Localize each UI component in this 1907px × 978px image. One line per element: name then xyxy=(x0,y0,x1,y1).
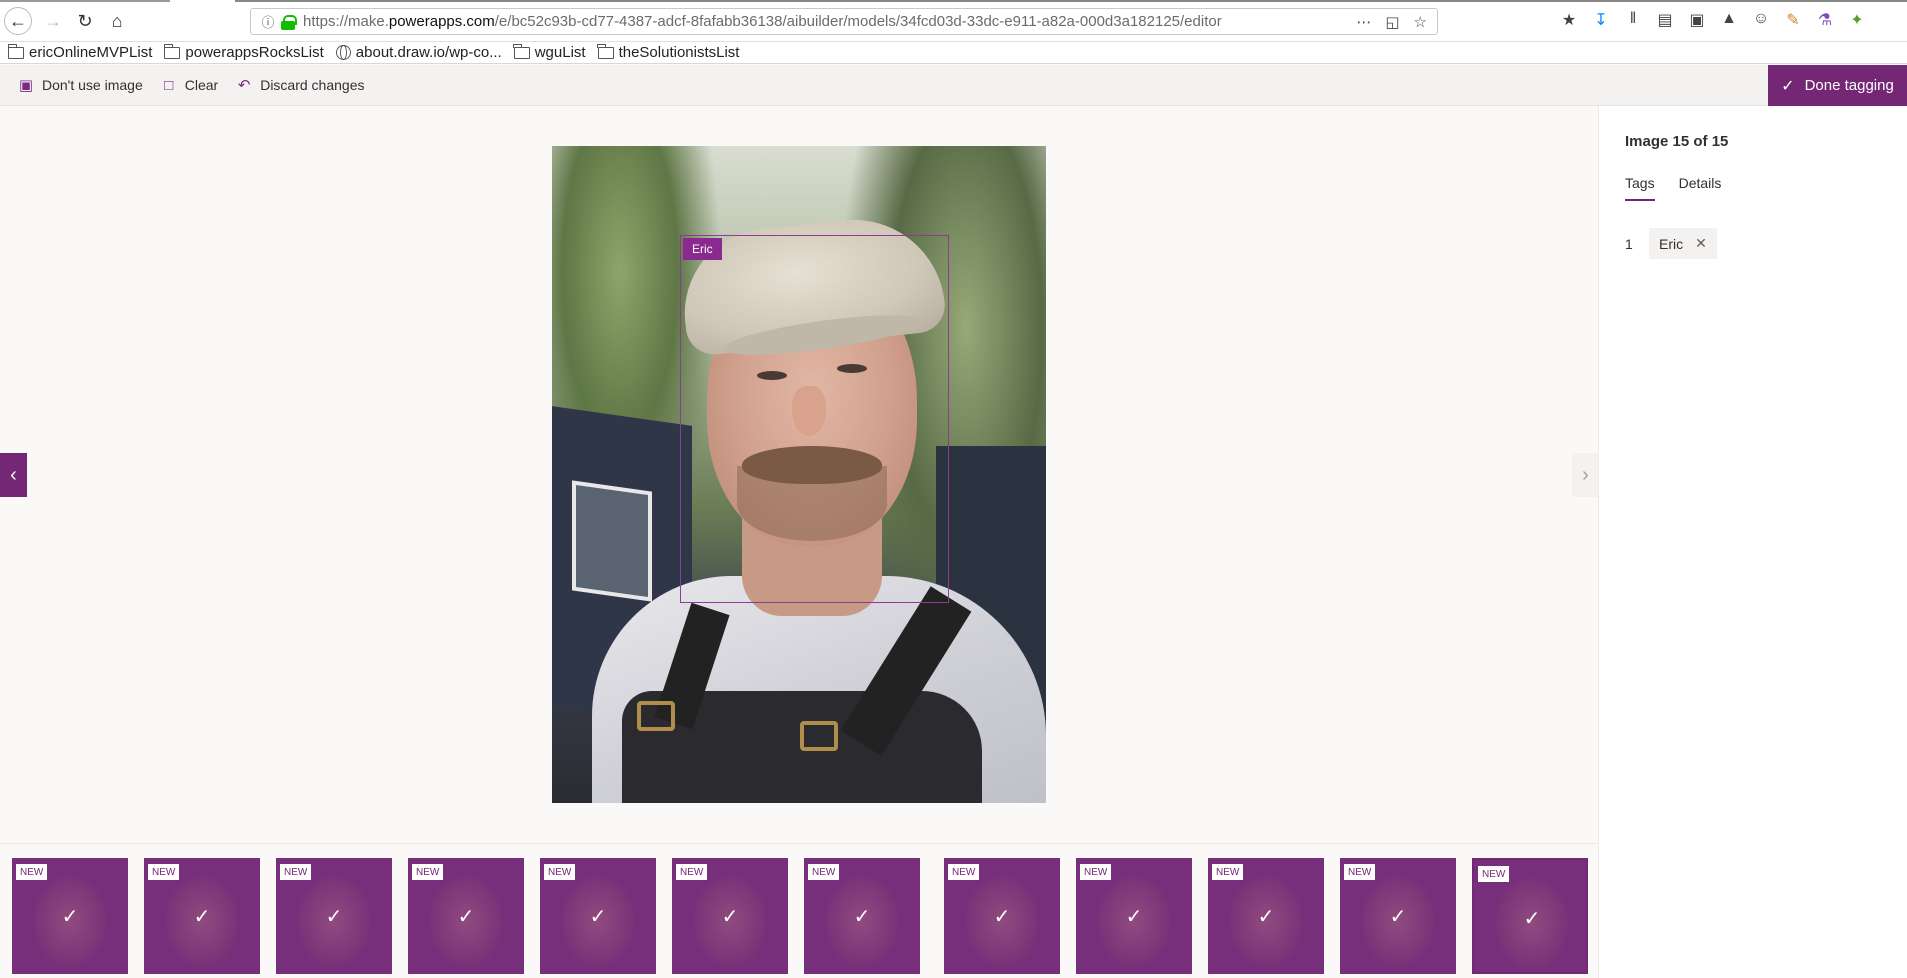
bookmark-item[interactable]: powerappsRocksList xyxy=(163,43,324,61)
bookmark-label: theSolutionistsList xyxy=(618,44,740,61)
load-indicator xyxy=(0,0,170,2)
done-tagging-label: Done tagging xyxy=(1804,77,1894,94)
discard-changes-label: Discard changes xyxy=(260,77,365,93)
download-icon[interactable]: ↧ xyxy=(1592,10,1610,30)
flask-icon[interactable]: ⚗ xyxy=(1816,10,1834,30)
checkmark-icon: ✓ xyxy=(193,905,211,928)
extension-icon[interactable]: ★ xyxy=(1560,10,1578,30)
pocket-icon[interactable]: ◱ xyxy=(1385,13,1399,31)
thumbnail[interactable]: NEW ✓ xyxy=(144,858,260,974)
checkmark-icon: ✓ xyxy=(589,905,607,928)
bookmarks-bar: ericOnlineMVPList powerappsRocksList abo… xyxy=(0,42,1907,64)
checkmark-icon: ✓ xyxy=(1125,905,1143,928)
tag-index: 1 xyxy=(1625,235,1633,252)
thumbnail[interactable]: NEW ✓ xyxy=(12,858,128,974)
checkmark-icon: ✓ xyxy=(993,905,1011,928)
checkmark-icon: ✓ xyxy=(721,905,739,928)
clear-page-icon: □ xyxy=(164,76,174,94)
reload-icon[interactable]: ↻ xyxy=(72,8,98,34)
image-exclude-icon: ▣ xyxy=(18,77,34,94)
screenshot-icon[interactable]: ▣ xyxy=(1688,10,1706,30)
folder-icon xyxy=(597,43,614,59)
address-bar[interactable]: ⓘ https://make. powerapps.com/e/bc52c93b-… xyxy=(250,8,1438,35)
image-count: Image 15 of 15 xyxy=(1625,133,1729,150)
thumbnail[interactable]: NEW ✓ xyxy=(672,858,788,974)
checkmark-icon: ✓ xyxy=(61,905,79,928)
bookmark-item[interactable]: about.draw.io/wp-co... xyxy=(335,44,502,61)
close-icon[interactable]: ✕ xyxy=(1695,235,1707,252)
next-image-button[interactable]: › xyxy=(1572,453,1599,497)
chevron-right-icon: › xyxy=(1582,463,1589,486)
page-actions-icon[interactable]: ⋯ xyxy=(1356,13,1371,31)
bookmark-label: about.draw.io/wp-co... xyxy=(355,44,502,61)
checkmark-icon: ✓ xyxy=(853,905,871,928)
tab-strip-line xyxy=(235,0,1907,2)
thumbnail[interactable]: NEW ✓ xyxy=(276,858,392,974)
lock-icon xyxy=(281,14,297,30)
checkmark-icon: ✓ xyxy=(325,905,343,928)
tab-details[interactable]: Details xyxy=(1679,175,1722,201)
globe-icon xyxy=(335,45,351,60)
thumbnail[interactable]: NEW ✓ xyxy=(804,858,920,974)
url-prefix: https://make. xyxy=(303,13,389,30)
dont-use-image-button[interactable]: ▣ Don't use image xyxy=(18,76,143,94)
back-icon[interactable]: ← xyxy=(4,7,32,35)
addon-icon[interactable]: ✦ xyxy=(1848,10,1866,30)
clear-button[interactable]: □ Clear xyxy=(161,77,218,94)
bookmark-item[interactable]: theSolutionistsList xyxy=(597,43,740,61)
chevron-left-icon: ‹ xyxy=(10,463,17,486)
checkmark-icon: ✓ xyxy=(1781,77,1795,95)
checkmark-icon: ✓ xyxy=(1257,905,1275,928)
bookmark-star-icon[interactable]: ☆ xyxy=(1414,13,1427,31)
browser-extensions: ★ ↧ ‖ ▤ ▣ ▲ ☺ ✎ ⚗ ✦ xyxy=(1560,10,1866,30)
hat-icon[interactable]: ▲ xyxy=(1720,10,1738,30)
paint-icon[interactable]: ✎ xyxy=(1784,10,1802,30)
bookmark-label: wguList xyxy=(534,44,586,61)
info-icon[interactable]: ⓘ xyxy=(257,12,279,31)
library-icon[interactable]: ‖ xyxy=(1624,10,1642,30)
folder-icon xyxy=(163,43,181,59)
bookmark-label: powerappsRocksList xyxy=(185,44,324,61)
thumbnail[interactable]: NEW ✓ xyxy=(540,858,656,974)
thumbnail[interactable]: NEW ✓ xyxy=(1472,858,1588,974)
browser-toolbar: ← → ↻ ⌂ ⓘ https://make. powerapps.com/e/b… xyxy=(0,0,1907,42)
clear-label: Clear xyxy=(184,77,219,93)
folder-icon xyxy=(513,43,530,59)
home-icon[interactable]: ⌂ xyxy=(104,8,130,34)
forward-icon[interactable]: → xyxy=(40,8,66,34)
panel-tabs: Tags Details xyxy=(1625,175,1721,201)
tag-row: 1 Eric ✕ xyxy=(1625,228,1717,259)
thumbnail[interactable]: NEW ✓ xyxy=(1076,858,1192,974)
bookmark-item[interactable]: wguList xyxy=(513,43,586,61)
sidebar-icon[interactable]: ▤ xyxy=(1656,10,1674,30)
checkmark-icon: ✓ xyxy=(1523,907,1541,930)
editor-toolbar: ▣ Don't use image □ Clear ↶ Discard chan… xyxy=(0,65,1907,106)
thumbnail[interactable]: NEW ✓ xyxy=(1208,858,1324,974)
bounding-box[interactable] xyxy=(680,235,949,603)
url-path: /e/bc52c93b-cd77-4387-adcf-8fafabb36138/… xyxy=(494,13,1222,30)
discard-changes-button[interactable]: ↶ Discard changes xyxy=(236,76,365,94)
bounding-box-tag[interactable]: Eric xyxy=(683,238,722,260)
dont-use-image-label: Don't use image xyxy=(42,77,143,93)
previous-image-button[interactable]: ‹ xyxy=(0,453,27,497)
tab-tags[interactable]: Tags xyxy=(1625,175,1655,201)
thumbnail[interactable]: NEW ✓ xyxy=(944,858,1060,974)
bookmark-label: ericOnlineMVPList xyxy=(29,44,153,61)
url-host: powerapps.com xyxy=(388,13,495,30)
folder-icon xyxy=(7,43,24,59)
undo-icon: ↶ xyxy=(237,77,251,94)
tag-name: Eric xyxy=(1659,235,1684,252)
checkmark-icon: ✓ xyxy=(1389,905,1407,928)
bookmark-item[interactable]: ericOnlineMVPList xyxy=(7,43,153,61)
thumbnail[interactable]: NEW ✓ xyxy=(408,858,524,974)
account-icon[interactable]: ☺ xyxy=(1752,10,1770,30)
done-tagging-button[interactable]: ✓ Done tagging xyxy=(1768,65,1907,106)
tag-chip[interactable]: Eric ✕ xyxy=(1649,228,1717,259)
thumbnail[interactable]: NEW ✓ xyxy=(1340,858,1456,974)
checkmark-icon: ✓ xyxy=(457,905,475,928)
